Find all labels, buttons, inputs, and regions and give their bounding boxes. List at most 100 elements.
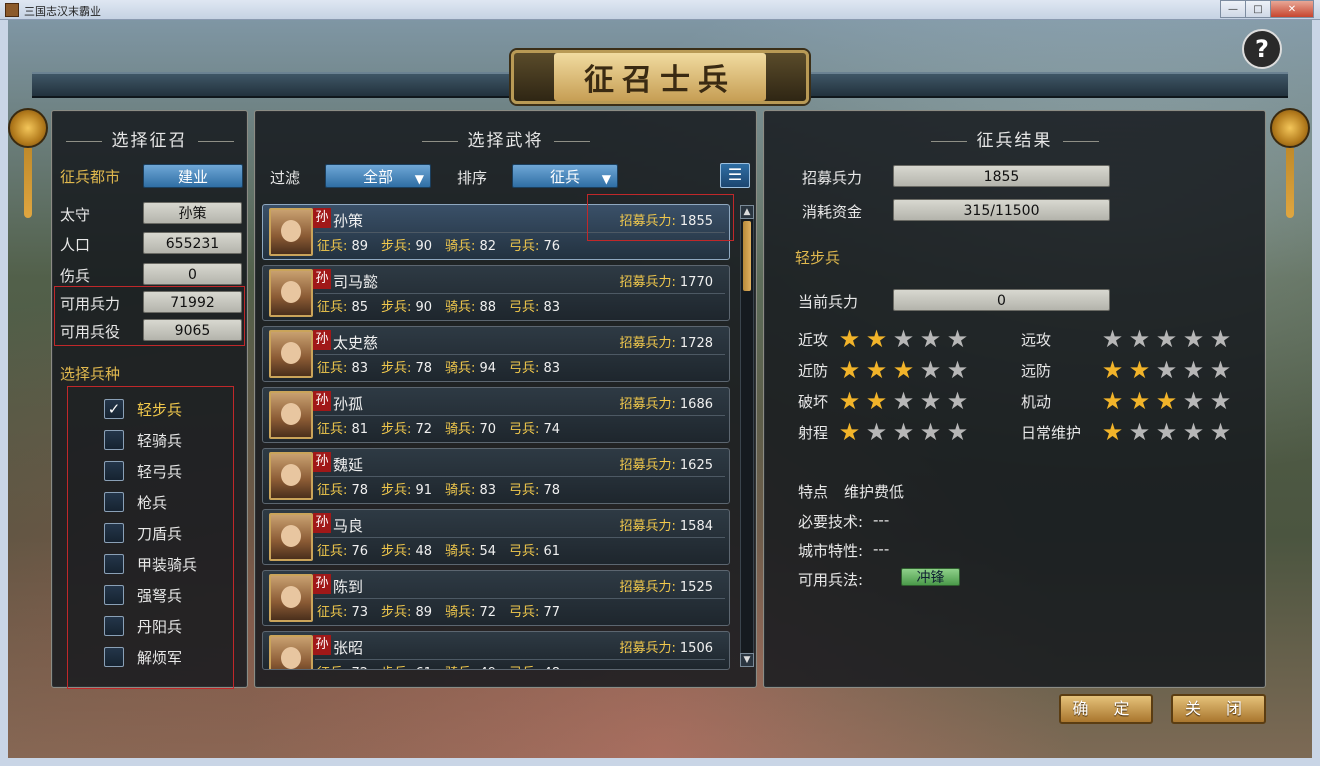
recruit-value: 1584 xyxy=(679,519,713,534)
stat-value: 70 xyxy=(479,422,497,437)
stat-key: 弓兵: xyxy=(509,605,540,620)
unit-type-option[interactable]: 解烦军 xyxy=(104,645,182,669)
page-title-text: 征召士兵 xyxy=(554,53,766,101)
general-stat: 骑兵: 88 xyxy=(445,296,509,315)
city-select-button[interactable]: 建业 xyxy=(143,164,243,188)
checkbox-icon[interactable] xyxy=(104,554,124,574)
general-row[interactable]: 孙张昭招募兵力:1506征兵: 72步兵: 61骑兵: 49弓兵: 48 xyxy=(262,631,730,670)
star-empty-icon: ★ xyxy=(1155,418,1178,446)
general-stat: 步兵: 72 xyxy=(381,418,445,437)
general-select-title: 选择武将 xyxy=(254,126,757,151)
general-portrait xyxy=(269,635,313,669)
current-troops-value: 0 xyxy=(893,289,1110,311)
checkbox-icon[interactable] xyxy=(104,461,124,481)
general-row[interactable]: 孙孙孤 招募兵力: 1686 征兵: 81 步兵: 72 骑兵: 70 弓兵: 74 xyxy=(262,387,730,443)
stat-key: 征兵: xyxy=(317,361,348,376)
field-value-governor: 孙策 xyxy=(143,202,242,224)
maximize-button[interactable]: □ xyxy=(1245,0,1271,18)
stat-key: 弓兵: xyxy=(509,666,539,669)
general-stats: 征兵: 78 步兵: 91 骑兵: 83 弓兵: 78 xyxy=(317,479,573,498)
list-view-icon[interactable]: ☰ xyxy=(720,163,750,188)
highlight-box-recruit xyxy=(587,194,734,241)
clan-badge: 孙 xyxy=(313,391,331,411)
general-stat: 弓兵: 77 xyxy=(509,601,573,620)
general-stat: 弓兵: 83 xyxy=(509,296,573,315)
stat-key: 弓兵: xyxy=(509,361,540,376)
close-button[interactable]: 关 闭 xyxy=(1171,694,1266,724)
unit-type-label: 解烦军 xyxy=(137,648,183,667)
clan-badge: 孙 xyxy=(313,635,331,655)
star-filled-icon: ★ xyxy=(838,387,861,415)
general-stats: 征兵: 72步兵: 61骑兵: 49弓兵: 48 xyxy=(317,662,573,669)
sort-dropdown[interactable]: 征兵 ▼ xyxy=(512,164,618,188)
scroll-down-icon[interactable]: ▼ xyxy=(740,653,754,667)
unit-type-option[interactable]: 轻骑兵 xyxy=(104,428,182,452)
clan-badge: 孙 xyxy=(313,208,331,228)
general-portrait xyxy=(269,452,313,500)
window-close-button[interactable]: ✕ xyxy=(1270,0,1314,18)
general-portrait xyxy=(269,513,313,561)
checkbox-icon[interactable] xyxy=(104,616,124,636)
checkbox-checked-icon[interactable]: ✓ xyxy=(104,399,124,419)
recruit-value: 1525 xyxy=(679,580,713,595)
star-empty-icon: ★ xyxy=(946,387,969,415)
stat-value: 48 xyxy=(415,544,433,559)
star-filled-icon: ★ xyxy=(838,325,861,353)
stat-key: 弓兵: xyxy=(509,422,540,437)
general-row[interactable]: 孙司马懿 招募兵力: 1770 征兵: 85 步兵: 90 骑兵: 88 弓兵: 83 xyxy=(262,265,730,321)
star-empty-icon: ★ xyxy=(946,325,969,353)
general-stat: 征兵: 81 xyxy=(317,418,381,437)
general-stat: 步兵: 90 xyxy=(381,296,445,315)
row-divider xyxy=(315,476,725,477)
recruit-value: 1728 xyxy=(679,336,713,351)
stat-key: 步兵: xyxy=(381,422,412,437)
general-row[interactable]: 孙马良 招募兵力: 1584 征兵: 76 步兵: 48 骑兵: 54 弓兵: 61 xyxy=(262,509,730,565)
unit-type-option[interactable]: 丹阳兵 xyxy=(104,614,182,638)
scrollbar-thumb[interactable] xyxy=(743,221,751,291)
app-icon xyxy=(5,3,19,17)
stat-value: 76 xyxy=(543,239,561,254)
stat-value: 83 xyxy=(543,300,561,315)
unit-type-option[interactable]: 甲装骑兵 xyxy=(104,552,197,576)
general-row[interactable]: 孙魏延 招募兵力: 1625 征兵: 78 步兵: 91 骑兵: 83 弓兵: 78 xyxy=(262,448,730,504)
general-stat: 弓兵: 61 xyxy=(509,540,573,559)
confirm-button[interactable]: 确 定 xyxy=(1059,694,1153,724)
star-empty-icon: ★ xyxy=(1155,356,1178,384)
general-portrait xyxy=(269,330,313,378)
checkbox-icon[interactable] xyxy=(104,523,124,543)
recruit-troops-label: 招募兵力 xyxy=(802,169,863,187)
stat-value: 88 xyxy=(479,300,497,315)
rating-label: 射程 xyxy=(798,424,829,442)
unit-type-option[interactable]: 刀盾兵 xyxy=(104,521,182,545)
unit-type-option[interactable]: 强弩兵 xyxy=(104,583,182,607)
unit-type-option[interactable]: 枪兵 xyxy=(104,490,167,514)
scroll-up-icon[interactable]: ▲ xyxy=(740,205,754,219)
required-tech-label: 必要技术: xyxy=(798,513,864,531)
checkbox-icon[interactable] xyxy=(104,430,124,450)
general-row[interactable]: 孙太史慈 招募兵力: 1728 征兵: 83 步兵: 78 骑兵: 94 弓兵: 83 xyxy=(262,326,730,382)
stat-key: 骑兵: xyxy=(445,361,476,376)
rating-label: 远防 xyxy=(1021,362,1052,380)
checkbox-icon[interactable] xyxy=(104,492,124,512)
help-button[interactable]: ? xyxy=(1242,29,1282,69)
general-stat: 征兵: 73 xyxy=(317,601,381,620)
rating-stars: ★ ★ ★ ★ ★ xyxy=(836,327,971,351)
star-filled-icon: ★ xyxy=(838,418,861,446)
unit-type-option[interactable]: 轻弓兵 xyxy=(104,459,182,483)
row-divider xyxy=(315,415,725,416)
stat-value: 76 xyxy=(351,544,369,559)
stat-key: 步兵: xyxy=(381,666,411,669)
unit-type-label: 甲装骑兵 xyxy=(137,555,198,574)
checkbox-icon[interactable] xyxy=(104,647,124,667)
recruit-value: 1625 xyxy=(679,458,713,473)
stat-value: 90 xyxy=(415,300,433,315)
checkbox-icon[interactable] xyxy=(104,585,124,605)
general-stats: 征兵: 73 步兵: 89 骑兵: 72 弓兵: 77 xyxy=(317,601,573,620)
unit-type-option[interactable]: ✓ 轻步兵 xyxy=(104,397,182,421)
rating-stars: ★ ★ ★ ★ ★ xyxy=(1099,420,1234,444)
stat-key: 征兵: xyxy=(317,239,348,254)
stat-key: 弓兵: xyxy=(509,483,540,498)
filter-dropdown[interactable]: 全部 ▼ xyxy=(325,164,431,188)
general-row[interactable]: 孙陈到 招募兵力: 1525 征兵: 73 步兵: 89 骑兵: 72 弓兵: 77 xyxy=(262,570,730,626)
minimize-button[interactable]: — xyxy=(1220,0,1246,18)
